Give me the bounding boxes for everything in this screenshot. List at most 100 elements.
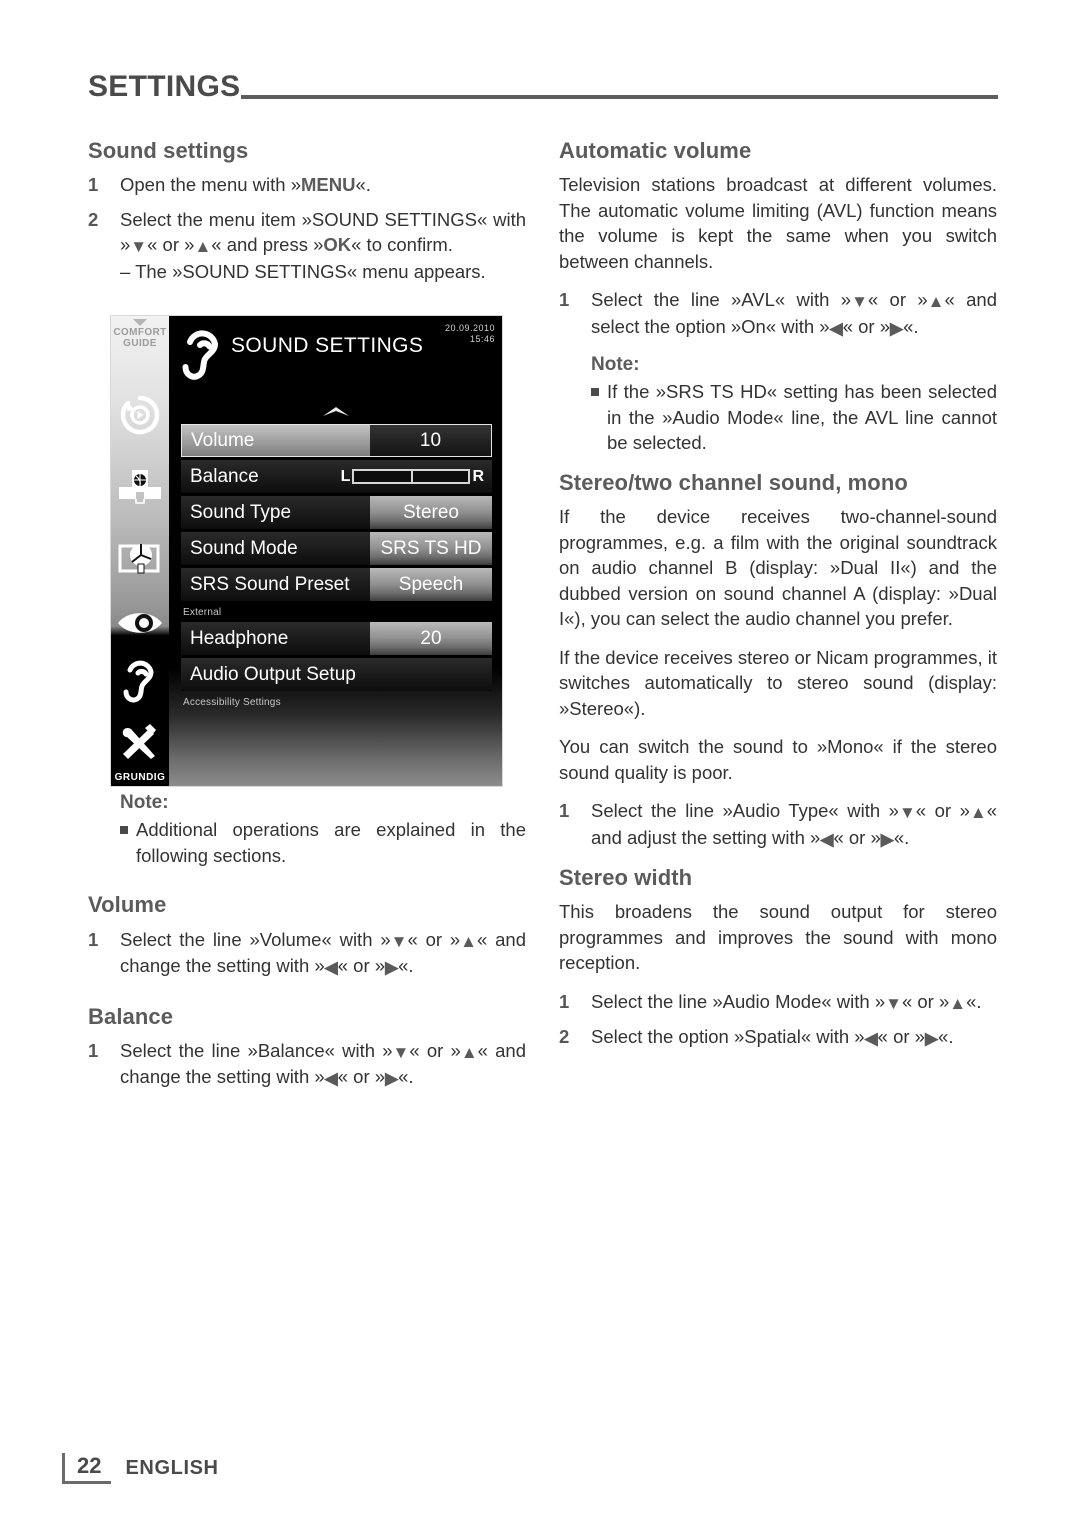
osd-menu-rows: Volume 10 Balance L R Sound Type Stereo … bbox=[181, 424, 492, 712]
note-text: Additional operations are explained in t… bbox=[136, 819, 526, 866]
step-item: 1 Select the line »Audio Mode« with »▼« … bbox=[559, 989, 997, 1016]
step-item: 2 Select the menu item »SOUND SETTINGS« … bbox=[88, 207, 526, 285]
osd-main: SOUND SETTINGS 20.09.2010 15:46 Volume 1… bbox=[169, 316, 502, 786]
tools-settings-icon bbox=[122, 724, 156, 759]
step-text: Select the line »AVL« with »▼« or »▲« an… bbox=[591, 287, 997, 340]
chevron-down-glyph: ▼ bbox=[392, 1042, 410, 1062]
paragraph: If the device receives two-channel-sound… bbox=[559, 506, 997, 630]
note-text: If the »SRS TS HD« setting has been sele… bbox=[607, 381, 997, 454]
note-title: Note: bbox=[120, 792, 169, 814]
osd-row-value: 20 bbox=[370, 622, 492, 655]
eye-picture-icon bbox=[118, 613, 162, 633]
step-item: 1 Select the line »Volume« with »▼« or »… bbox=[88, 927, 526, 980]
step-text-part: « or » bbox=[842, 315, 890, 337]
sidebar-item-settings[interactable] bbox=[111, 720, 169, 762]
osd-time: 15:46 bbox=[469, 334, 495, 344]
chevron-left-glyph: ◀ bbox=[820, 829, 834, 849]
step-text-part: « to confirm. bbox=[351, 234, 453, 256]
chevron-right-glyph: ▶ bbox=[385, 1069, 399, 1089]
sidebar-item-source[interactable] bbox=[111, 468, 169, 506]
osd-row-sound-mode[interactable]: Sound Mode SRS TS HD bbox=[181, 532, 492, 565]
osd-row-label: Volume bbox=[181, 424, 370, 457]
bullet-square-icon bbox=[591, 379, 607, 456]
step-text-part: Select the line »Audio Mode« with » bbox=[591, 990, 886, 1012]
heading-stereo-width: Stereo width bbox=[559, 865, 693, 891]
balance-slider[interactable]: L R bbox=[341, 468, 484, 486]
right-column: Automatic volume Television stations bro… bbox=[559, 138, 997, 1060]
osd-group-external: External bbox=[183, 607, 222, 618]
ear-sound-icon bbox=[123, 660, 154, 703]
chevron-down-glyph: ▼ bbox=[851, 292, 868, 312]
paragraph: You can switch the sound to »Mono« if th… bbox=[559, 736, 997, 783]
osd-date: 20.09.2010 bbox=[444, 323, 495, 333]
step-text-part: Select the line »Audio Type« with » bbox=[591, 800, 899, 822]
osd-row-label: Headphone bbox=[181, 622, 370, 655]
step-number: 1 bbox=[88, 174, 99, 196]
sidebar-item-sound[interactable] bbox=[111, 646, 169, 712]
step-number: 1 bbox=[559, 289, 570, 311]
bullet-square-icon bbox=[120, 817, 136, 868]
chevron-right-glyph: ▶ bbox=[890, 318, 904, 338]
comfort-guide-label: COMFORT GUIDE bbox=[113, 327, 167, 349]
step-text: Select the line »Audio Mode« with »▼« or… bbox=[591, 989, 997, 1016]
chevron-up-glyph: ▲ bbox=[460, 1042, 478, 1062]
osd-row-label: Sound Mode bbox=[181, 532, 370, 565]
chevron-right-glyph: ▶ bbox=[924, 1029, 939, 1049]
heading-stereo-two-channel: Stereo/two channel sound, mono bbox=[559, 469, 908, 495]
osd-row-label: SRS Sound Preset bbox=[181, 568, 370, 601]
ear-icon bbox=[182, 330, 219, 380]
step-subline: – The »SOUND SETTINGS« menu appears. bbox=[120, 260, 486, 282]
step-text: Select the line »Audio Type« with »▼« or… bbox=[591, 798, 997, 851]
osd-row-headphone[interactable]: Headphone 20 bbox=[181, 622, 492, 655]
step-text-part: « or » bbox=[867, 289, 928, 311]
chevron-up-icon bbox=[322, 407, 349, 416]
osd-row-sound-type[interactable]: Sound Type Stereo bbox=[181, 496, 492, 529]
chevron-right-glyph: ▶ bbox=[880, 829, 894, 849]
step-number: 1 bbox=[88, 928, 99, 950]
chevron-up-glyph: ▲ bbox=[460, 931, 477, 951]
step-text-part: Select the line »Balance« with » bbox=[120, 1039, 393, 1061]
step-text-part: Open the menu with » bbox=[120, 174, 301, 196]
chevron-up-glyph: ▲ bbox=[194, 237, 212, 257]
step-number: 2 bbox=[559, 1026, 570, 1048]
osd-title-icon bbox=[177, 321, 229, 388]
osd-row-audio-output-setup[interactable]: Audio Output Setup bbox=[181, 658, 492, 691]
step-number: 2 bbox=[88, 208, 99, 230]
step-text-part: Select the line »Volume« with » bbox=[120, 928, 391, 950]
sidebar-item-picture[interactable] bbox=[111, 608, 169, 638]
step-text-part: « or » bbox=[877, 1026, 925, 1048]
sidebar-item-media[interactable] bbox=[111, 394, 169, 436]
step-number: 1 bbox=[88, 1039, 99, 1061]
sidebar-item-channel-search[interactable] bbox=[111, 540, 169, 580]
paragraph: Television stations broadcast at differe… bbox=[559, 174, 997, 272]
key-menu: MENU bbox=[301, 174, 356, 196]
osd-row-srs-sound-preset[interactable]: SRS Sound Preset Speech bbox=[181, 568, 492, 601]
heading-automatic-volume: Automatic volume bbox=[559, 138, 752, 163]
page-footer: 22 ENGLISH bbox=[62, 1453, 219, 1484]
step-text-part: «. bbox=[966, 990, 982, 1012]
caret-up-icon bbox=[133, 319, 147, 326]
osd-group-accessibility: Accessibility Settings bbox=[183, 697, 281, 708]
page-number: 22 bbox=[62, 1453, 112, 1484]
step-text-part: « and press » bbox=[211, 234, 324, 256]
chevron-up-glyph: ▲ bbox=[927, 292, 945, 312]
osd-row-value: 10 bbox=[370, 424, 492, 457]
step-text-part: Select the line »AVL« with » bbox=[591, 289, 852, 311]
step-text-part: «. bbox=[355, 174, 371, 196]
step-text-part: «. bbox=[938, 1026, 954, 1048]
media-play-icon bbox=[120, 395, 160, 435]
heading-volume: Volume bbox=[88, 892, 167, 918]
step-text-part: « or » bbox=[407, 928, 461, 950]
scroll-up-indicator[interactable] bbox=[321, 404, 351, 422]
chevron-down-glyph: ▼ bbox=[130, 237, 148, 257]
osd-row-volume[interactable]: Volume 10 bbox=[181, 424, 492, 457]
step-text-part: « or » bbox=[147, 234, 195, 256]
paragraph: If the device receives stereo or Nicam p… bbox=[559, 646, 997, 719]
osd-row-balance[interactable]: Balance L R bbox=[181, 460, 492, 493]
balance-right-label: R bbox=[472, 467, 484, 485]
balance-track[interactable] bbox=[352, 469, 471, 484]
step-text-part: «. bbox=[903, 315, 919, 337]
chevron-left-glyph: ◀ bbox=[829, 318, 843, 338]
chevron-up-glyph: ▲ bbox=[969, 803, 987, 823]
step-number: 1 bbox=[559, 990, 570, 1012]
